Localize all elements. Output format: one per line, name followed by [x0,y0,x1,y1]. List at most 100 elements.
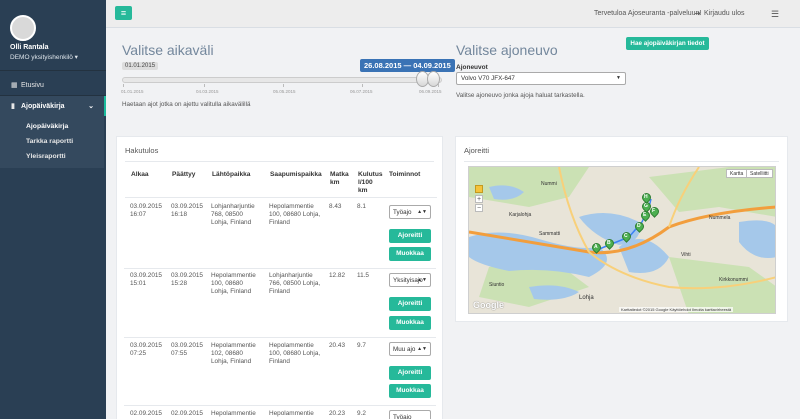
vehicle-select-value: Volvo V70 JFX-647 [461,75,515,82]
divider [464,161,779,162]
zoom-in-button[interactable]: + [475,195,483,203]
cell-distance: 12.82 [329,272,345,279]
drive-type-select[interactable]: Yksityisajo ▲▼ [389,273,431,287]
edit-button[interactable]: Muokkaa [389,384,431,398]
date-range-slider[interactable] [122,77,442,83]
route-button[interactable]: Ajoreitti [389,297,431,311]
top-bar: ≡ Tervetuloa Ajoseuranta -palveluun! ⇥ K… [106,0,800,28]
dropdown-arrow-icon: ▲▼ [417,346,427,352]
marker-label: H [644,194,648,200]
slider-tick [204,84,205,87]
list-icon[interactable]: ☰ [771,9,779,20]
cell-end: 03.09.2015 16:18 [171,203,203,218]
map-place-label: Nummi [541,181,557,187]
marker-label: B [607,240,611,246]
interval-title: Valitse aikaväli [122,42,214,58]
welcome-text: Tervetuloa Ajoseuranta -palveluun! [594,10,702,17]
cell-start: 03.09.2015 16:07 [130,203,162,218]
column-header-to: Saapumispaikka [270,171,322,178]
dropdown-arrow-icon: ▲▼ [417,277,427,283]
map-place-label: Lohja [579,295,594,301]
cell-distance: 20.43 [329,342,345,349]
slider-min-label: 01.01.2015 [122,62,159,70]
cell-from: Lohjanharjuntie 768, 08500 Lohja, Finlan… [211,203,255,226]
map-place-label: Siuntio [489,282,505,288]
column-header-end: Päättyy [172,171,196,178]
map-place-label: Vihti [681,252,691,258]
route-button[interactable]: Ajoreitti [389,366,431,380]
vehicle-select[interactable]: Volvo V70 JFX-647 ▼ [456,72,626,85]
cell-consumption: 9.2 [357,410,366,417]
hamburger-icon: ≡ [120,8,127,18]
drive-type-value: Työajo [393,209,412,216]
user-role-dropdown[interactable]: DEMO yksityishenkilö ▾ [10,53,78,61]
cell-consumption: 9.7 [357,342,366,349]
route-map[interactable]: Kartta Satelliitti + − Nummela Lohja Vih… [468,166,776,314]
google-logo: Google [473,300,504,310]
cell-from: Hepolammentie 102, 08680 Lohja, Finland [211,342,256,365]
edit-button[interactable]: Muokkaa [389,316,431,330]
sidebar-subitem-detailed-report[interactable]: Tarkka raportti [26,138,73,145]
cell-from: Hepolammentie [211,410,256,417]
cell-end: 02.09.2015 [171,410,203,417]
sidebar: Olli Rantala DEMO yksityishenkilö ▾ ▦ Et… [0,0,106,419]
cell-to: Lohjanharjuntie 766, 08500 Lohja, Finlan… [269,272,321,295]
column-header-start: Alkaa [131,171,149,178]
vehicle-label: Ajoneuvot [456,64,488,71]
slider-tick-label: 06.09.2015 [419,89,442,94]
cell-consumption: 11.5 [357,272,369,279]
marker-label: D [637,223,641,229]
grid-icon: ▦ [11,82,18,89]
interval-help-text: Haetaan ajot jotka on ajettu valitulla a… [122,101,251,108]
fetch-logbook-button[interactable]: Hae ajopäiväkirjan tiedot [626,37,709,50]
slider-tick [123,84,124,87]
slider-tick [362,84,363,87]
drive-type-value: Muu ajo [393,346,416,353]
map-place-label: Nummela [709,215,731,221]
marker-label: C [624,233,628,239]
slider-tick [438,84,439,87]
drive-type-select[interactable]: Työajo ▲▼ [389,205,431,219]
row-divider [124,268,436,269]
column-header-actions: Toiminnot [389,171,421,178]
chevron-down-icon: ⌄ [88,103,94,110]
vehicle-help-text: Valitse ajoneuvo jonka ajoja haluat tark… [456,92,585,99]
selected-range-label: 26.08.2015 — 04.09.2015 [360,59,455,72]
route-button[interactable]: Ajoreitti [389,229,431,243]
drive-type-value: Työajo [393,414,412,419]
logout-icon: ⇥ [694,9,701,18]
divider [0,70,106,71]
street-view-pegman-icon[interactable] [475,185,483,193]
slider-tick-label: 06.07.2015 [350,89,373,94]
sidebar-subitem-general-report[interactable]: Yleisraportti [26,153,66,160]
results-title: Hakutulos [125,146,159,155]
cell-consumption: 8.1 [357,203,366,210]
logout-link[interactable]: Kirjaudu ulos [704,10,744,17]
edit-button[interactable]: Muokkaa [389,247,431,261]
cell-distance: 8.43 [329,203,342,210]
cell-to: Hepolammentie 100, 08680 Lohja, Finland [269,342,321,365]
cell-from: Hepolammentie 100, 08680 Lohja, Finland [211,272,256,295]
row-divider [124,337,436,338]
cell-to: Hepolammentie [269,410,314,417]
drive-type-select[interactable]: Muu ajo ▲▼ [389,342,431,356]
sidebar-item-home[interactable]: ▦ Etusivu [0,75,106,95]
bar-chart-icon: ▮ [11,103,15,110]
drive-type-select[interactable]: Työajo [389,410,431,419]
cell-start: 02.09.2015 [130,410,162,417]
sidebar-item-logbook[interactable]: ▮ Ajopäiväkirja ⌄ [0,96,106,116]
cell-start: 03.09.2015 07:25 [130,342,162,357]
slider-tick-label: 05.05.2015 [273,89,296,94]
slider-tick-label: 01.01.2015 [121,89,144,94]
map-type-map-tab[interactable]: Kartta [726,169,748,178]
map-type-satellite-tab[interactable]: Satelliitti [746,169,773,178]
sidebar-subitem-logbook[interactable]: Ajopäiväkirja [26,123,68,130]
zoom-out-button[interactable]: − [475,204,483,212]
sidebar-item-label: Etusivu [21,81,44,89]
route-title: Ajoreitti [464,146,490,155]
cell-end: 03.09.2015 07:55 [171,342,203,357]
menu-toggle-button[interactable]: ≡ [115,6,132,20]
map-attribution[interactable]: Karttatiedot ©2015 Google Käyttöehdot Il… [619,307,734,312]
dropdown-arrow-icon: ▼ [616,75,621,81]
avatar[interactable] [10,15,36,41]
